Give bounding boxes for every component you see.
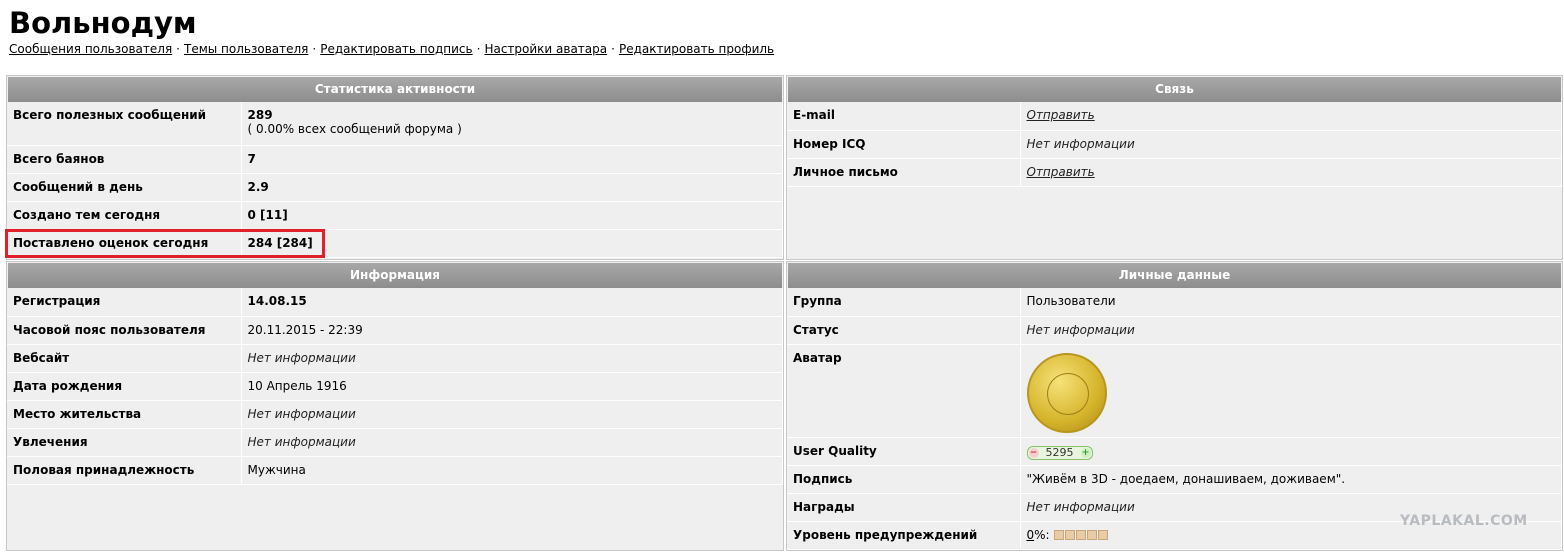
warning-percent-link[interactable]: 0 [1027, 528, 1035, 542]
table-row: Половая принадлежность Мужчина [7, 456, 783, 485]
table-row: Место жительства Нет информации [7, 400, 783, 429]
row-label: User Quality [787, 437, 1021, 466]
row-value: Нет информации [241, 428, 783, 457]
row-value: − 5295 + [1020, 437, 1562, 466]
table-row: Сообщений в день 2.9 [7, 173, 783, 202]
row-value: 20.11.2015 - 22:39 [241, 316, 783, 345]
warning-box [1054, 530, 1065, 540]
nav-separator: · [611, 42, 615, 56]
row-value: Нет информации [1020, 316, 1562, 345]
table-row: Регистрация 14.08.15 [7, 288, 783, 317]
warning-box [1076, 530, 1087, 540]
profile-nav: Сообщения пользователя · Темы пользователя… [9, 41, 774, 57]
row-value: Пользователи [1020, 288, 1562, 317]
table-row: Номер ICQ Нет информации [787, 130, 1562, 159]
row-value: 289 ( 0.00% всех сообщений форума ) [241, 102, 783, 146]
contact-table: E-mail Отправить Номер ICQ Нет информаци… [787, 102, 1562, 187]
row-label: Половая принадлежность [7, 456, 242, 485]
warning-level-boxes [1053, 528, 1109, 542]
table-row: Создано тем сегодня 0 [11] [7, 201, 783, 230]
personal-panel: Личные данные Группа Пользователи Статус… [786, 261, 1563, 551]
nav-separator: · [312, 42, 317, 56]
info-panel-header: Информация [8, 263, 782, 288]
row-label: E-mail [787, 102, 1021, 131]
quality-minus-button[interactable]: − [1028, 447, 1039, 458]
table-row: Личное письмо Отправить [787, 158, 1562, 187]
row-value: "Живём в 3D - доедаем, донашиваем, дожив… [1020, 465, 1562, 494]
row-label: Аватар [787, 344, 1021, 438]
row-value: 2.9 [241, 173, 783, 202]
activity-panel-header: Статистика активности [8, 77, 782, 102]
table-row: Всего полезных сообщений 289 ( 0.00% все… [7, 102, 783, 146]
row-value: 14.08.15 [241, 288, 783, 317]
nav-separator: · [476, 42, 481, 56]
row-label: Номер ICQ [787, 130, 1021, 159]
row-value [1020, 344, 1562, 438]
row-value: 10 Апрель 1916 [241, 372, 783, 401]
table-row: Дата рождения 10 Апрель 1916 [7, 372, 783, 401]
row-label: Группа [787, 288, 1021, 317]
table-row: Всего баянов 7 [7, 145, 783, 174]
table-row: User Quality − 5295 + [787, 437, 1562, 466]
warning-box [1065, 530, 1076, 540]
row-label: Дата рождения [7, 372, 242, 401]
table-row: Группа Пользователи [787, 288, 1562, 317]
posts-percent-note: ( 0.00% всех сообщений форума ) [247, 122, 462, 136]
row-label: Создано тем сегодня [7, 201, 242, 230]
nav-avatar-settings-link[interactable]: Настройки аватара [484, 42, 607, 56]
row-value: 7 [241, 145, 783, 174]
send-message-link[interactable]: Отправить [1027, 165, 1095, 179]
total-posts-value: 289 [247, 108, 273, 122]
page-title: Вольнодум [9, 6, 197, 40]
row-label: Всего баянов [7, 145, 242, 174]
row-label: Часовой пояс пользователя [7, 316, 242, 345]
coin-medal-icon [1026, 352, 1107, 433]
row-label: Уровень предупреждений [787, 521, 1021, 550]
row-label: Подпись [787, 465, 1021, 494]
info-table: Регистрация 14.08.15 Часовой пояс пользо… [7, 288, 783, 485]
row-label: Личное письмо [787, 158, 1021, 187]
row-label: Статус [787, 316, 1021, 345]
row-value: 0 [11] [241, 201, 783, 230]
row-value: Нет информации [241, 400, 783, 429]
row-value: Отправить [1020, 158, 1562, 187]
nav-user-topics-link[interactable]: Темы пользователя [184, 42, 308, 56]
row-label: Награды [787, 493, 1021, 522]
quality-score: 5295 [1045, 445, 1074, 459]
warning-box [1098, 530, 1109, 540]
watermark-logo: YAPLAKAL.COM [1400, 513, 1528, 529]
row-label: Сообщений в день [7, 173, 242, 202]
row-label: Регистрация [7, 288, 242, 317]
table-row: Вебсайт Нет информации [7, 344, 783, 373]
table-row: Часовой пояс пользователя 20.11.2015 - 2… [7, 316, 783, 345]
row-label: Всего полезных сообщений [7, 102, 242, 146]
contact-panel: Связь E-mail Отправить Номер ICQ Нет инф… [786, 75, 1563, 260]
send-email-link[interactable]: Отправить [1027, 108, 1095, 122]
table-row: Статус Нет информации [787, 316, 1562, 345]
user-quality-widget: − 5295 + [1026, 445, 1093, 460]
personal-panel-header: Личные данные [788, 263, 1561, 288]
row-value: Отправить [1020, 102, 1562, 131]
row-label: Вебсайт [7, 344, 242, 373]
nav-user-posts-link[interactable]: Сообщения пользователя [9, 42, 172, 56]
highlight-box [5, 229, 325, 258]
row-label: Увлечения [7, 428, 242, 457]
nav-edit-signature-link[interactable]: Редактировать подпись [320, 42, 472, 56]
row-label: Место жительства [7, 400, 242, 429]
warning-suffix: %: [1034, 527, 1050, 542]
personal-table: Группа Пользователи Статус Нет информаци… [787, 288, 1562, 550]
table-row: E-mail Отправить [787, 102, 1562, 131]
contact-panel-header: Связь [788, 77, 1561, 102]
info-panel: Информация Регистрация 14.08.15 Часовой … [6, 261, 784, 551]
table-row: Аватар [787, 344, 1562, 438]
row-value: Мужчина [241, 456, 783, 485]
nav-edit-profile-link[interactable]: Редактировать профиль [619, 42, 774, 56]
row-value: Нет информации [1020, 130, 1562, 159]
quality-plus-button[interactable]: + [1080, 447, 1091, 458]
table-row: Увлечения Нет информации [7, 428, 783, 457]
nav-separator: · [176, 42, 180, 56]
row-value: Нет информации [241, 344, 783, 373]
table-row: Подпись "Живём в 3D - доедаем, донашивае… [787, 465, 1562, 494]
warning-box [1087, 530, 1098, 540]
